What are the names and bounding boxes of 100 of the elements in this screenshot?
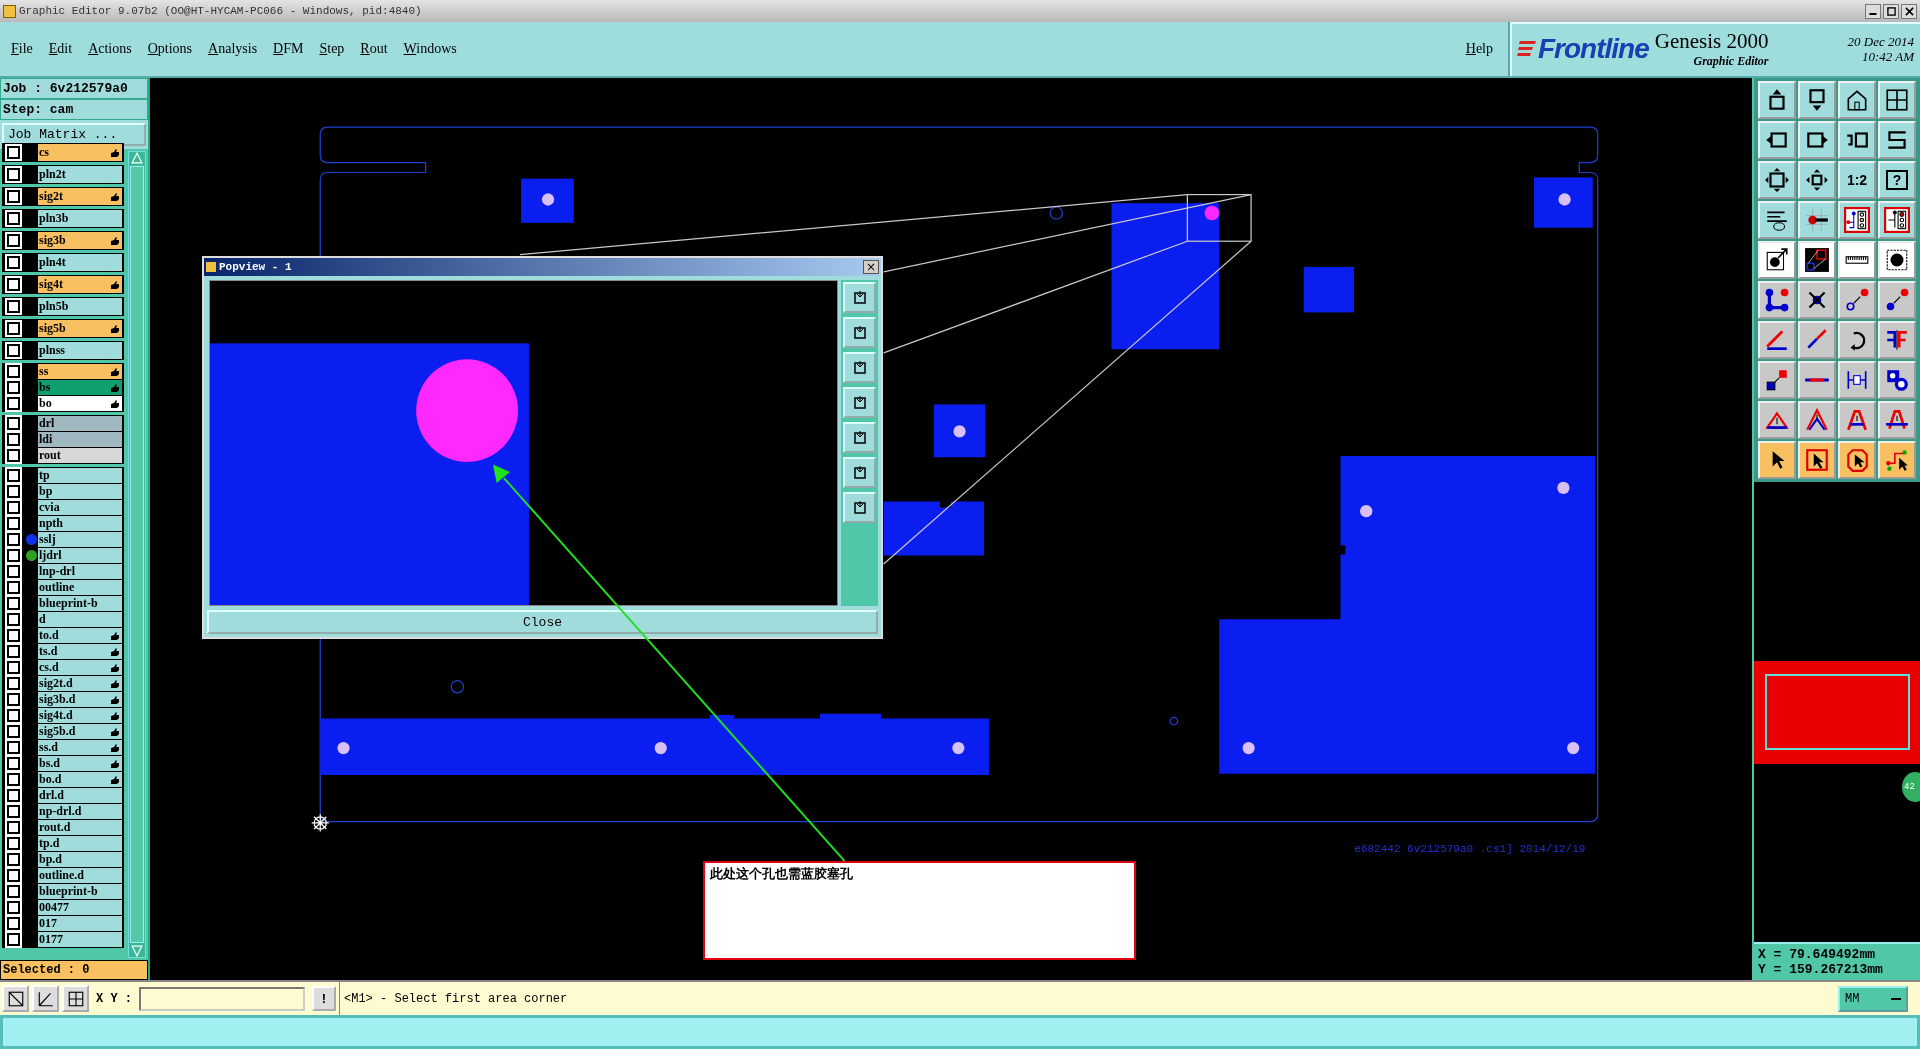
menu-item[interactable]: Options [147, 41, 193, 57]
minimize-button[interactable] [1865, 3, 1881, 19]
close-button[interactable]: Close [207, 610, 878, 634]
layer-item[interactable]: d [38, 612, 122, 627]
layer-item[interactable]: rout [38, 448, 122, 463]
layer-checkbox[interactable] [7, 885, 20, 898]
menu-item[interactable]: Analysis [208, 41, 258, 57]
menu-item[interactable]: Edit [48, 41, 73, 57]
layer-item[interactable]: sig4t.d [38, 708, 122, 723]
view-tool-button[interactable] [843, 352, 876, 383]
layer-checkbox[interactable] [7, 168, 20, 181]
layer-item[interactable]: outline.d [38, 868, 122, 883]
tool-button[interactable] [1758, 401, 1796, 439]
layer-checkbox[interactable] [7, 725, 20, 738]
layer-checkbox[interactable] [7, 256, 20, 269]
layer-item[interactable]: bs [38, 380, 122, 395]
layer-checkbox[interactable] [7, 533, 20, 546]
tool-button[interactable] [1758, 161, 1796, 199]
menu-item[interactable]: Step [319, 41, 345, 57]
layer-item[interactable]: ss.d [38, 740, 122, 755]
layer-checkbox[interactable] [7, 677, 20, 690]
layer-checkbox[interactable] [7, 917, 20, 930]
tool-button[interactable] [1878, 441, 1916, 479]
tool-button[interactable] [1758, 121, 1796, 159]
layer-checkbox[interactable] [7, 629, 20, 642]
tool-button[interactable] [1798, 81, 1836, 119]
layer-checkbox[interactable] [7, 549, 20, 562]
layer-checkbox[interactable] [7, 789, 20, 802]
layer-checkbox[interactable] [7, 417, 20, 430]
tool-button[interactable] [1758, 241, 1796, 279]
layer-checkbox[interactable] [7, 757, 20, 770]
view-tool-button[interactable] [843, 387, 876, 418]
close-button[interactable] [1901, 3, 1917, 19]
tool-button[interactable] [1838, 361, 1876, 399]
layer-checkbox[interactable] [7, 190, 20, 203]
layer-item[interactable]: cs [38, 144, 122, 161]
layer-item[interactable]: pln5b [38, 298, 122, 315]
layer-item[interactable]: 0177 [38, 932, 122, 947]
layer-item[interactable]: plnss [38, 342, 122, 359]
tool-button[interactable] [1838, 281, 1876, 319]
layer-item[interactable]: tp.d [38, 836, 122, 851]
layer-checkbox[interactable] [7, 709, 20, 722]
layer-checkbox[interactable] [7, 741, 20, 754]
layer-checkbox[interactable] [7, 146, 20, 159]
layer-item[interactable]: 017 [38, 916, 122, 931]
tool-button[interactable] [1878, 401, 1916, 439]
layer-item[interactable]: drl.d [38, 788, 122, 803]
layer-item[interactable]: sig4t [38, 276, 122, 293]
layer-item[interactable]: ss [38, 364, 122, 379]
tool-button[interactable] [1838, 441, 1876, 479]
layer-item[interactable]: pln3b [38, 210, 122, 227]
tool-button[interactable] [1838, 321, 1876, 359]
layer-item[interactable]: bo.d [38, 772, 122, 787]
layer-item[interactable]: blueprint-b [38, 884, 122, 899]
tool-button[interactable] [1758, 201, 1796, 239]
tool-button[interactable] [1758, 81, 1796, 119]
layer-checkbox[interactable] [7, 693, 20, 706]
menu-item[interactable]: Rout [360, 41, 388, 57]
layer-item[interactable]: sig2t.d [38, 676, 122, 691]
layer-item[interactable]: drl [38, 416, 122, 431]
layer-checkbox[interactable] [7, 397, 20, 410]
layer-item[interactable]: pln2t [38, 166, 122, 183]
layer-checkbox[interactable] [7, 344, 20, 357]
layer-item[interactable]: ljdrl [38, 548, 122, 563]
layer-item[interactable]: npth [38, 516, 122, 531]
layer-item[interactable]: sig5b.d [38, 724, 122, 739]
tool-button[interactable] [1878, 241, 1916, 279]
layer-item[interactable]: tp [38, 468, 122, 483]
tool-button[interactable] [1798, 401, 1836, 439]
tool-button[interactable] [1798, 441, 1836, 479]
layer-item[interactable]: bp [38, 484, 122, 499]
layer-checkbox[interactable] [7, 853, 20, 866]
layer-item[interactable]: lnp-drl [38, 564, 122, 579]
layer-checkbox[interactable] [7, 300, 20, 313]
tool-button[interactable] [1798, 241, 1836, 279]
tool-button[interactable] [1878, 201, 1916, 239]
layer-checkbox[interactable] [7, 837, 20, 850]
tool-button[interactable] [1838, 81, 1876, 119]
layer-item[interactable]: cvia [38, 500, 122, 515]
tool-button[interactable] [1798, 161, 1836, 199]
tool-button[interactable]: ? [1878, 161, 1916, 199]
units-dropdown[interactable]: MM [1838, 985, 1908, 1012]
layer-item[interactable]: ts.d [38, 644, 122, 659]
tool-button[interactable] [1798, 121, 1836, 159]
tool-button[interactable] [1838, 401, 1876, 439]
layer-checkbox[interactable] [7, 381, 20, 394]
tool-button[interactable] [1878, 121, 1916, 159]
layer-checkbox[interactable] [7, 821, 20, 834]
layer-checkbox[interactable] [7, 322, 20, 335]
layer-checkbox[interactable] [7, 469, 20, 482]
layer-checkbox[interactable] [7, 613, 20, 626]
menu-item[interactable]: Actions [88, 41, 132, 57]
close-button[interactable]: × [863, 260, 879, 274]
layer-checkbox[interactable] [7, 212, 20, 225]
tool-button[interactable] [1838, 241, 1876, 279]
layer-checkbox[interactable] [7, 597, 20, 610]
tool-button[interactable]: 1:2 [1838, 161, 1876, 199]
tool-button[interactable] [1798, 281, 1836, 319]
layer-item[interactable]: bo [38, 396, 122, 411]
layer-checkbox[interactable] [7, 278, 20, 291]
